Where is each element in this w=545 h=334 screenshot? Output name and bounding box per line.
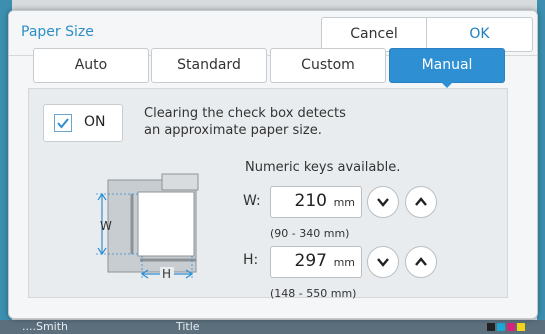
on-label: ON [84, 114, 106, 130]
background-title-text: Title [176, 320, 200, 333]
paper-tray-diagram: W H [96, 173, 199, 280]
chevron-down-icon [377, 258, 389, 267]
help-line-2: an approximate paper size. [144, 123, 322, 138]
chevron-up-icon [415, 197, 427, 206]
checkbox-square[interactable] [54, 114, 72, 132]
diagram-h-label: H [162, 267, 171, 280]
check-icon [57, 118, 69, 129]
chevron-down-icon [377, 198, 389, 207]
cancel-button[interactable]: Cancel [321, 17, 427, 52]
width-label: W: [243, 193, 261, 209]
height-range: (148 - 550 mm) [270, 287, 357, 300]
height-input[interactable]: 297 mm [270, 246, 362, 278]
tab-manual[interactable]: Manual [389, 48, 505, 83]
tab-standard[interactable]: Standard [151, 48, 267, 83]
tab-custom[interactable]: Custom [270, 48, 386, 83]
height-unit: mm [333, 256, 355, 269]
numeric-keys-note: Numeric keys available. [245, 160, 401, 175]
background-user-text: ....Smith [22, 320, 69, 333]
help-line-1: Clearing the check box detects [144, 106, 346, 121]
width-increase-button[interactable] [405, 186, 437, 218]
height-increase-button[interactable] [405, 246, 437, 278]
dialog-title: Paper Size [21, 24, 94, 40]
height-decrease-button[interactable] [367, 246, 399, 278]
tab-pointer [440, 81, 454, 88]
width-range: (90 - 340 mm) [270, 227, 350, 240]
width-unit: mm [333, 196, 355, 209]
ok-button[interactable]: OK [426, 17, 533, 52]
height-label: H: [243, 252, 259, 268]
background-status-bar: ....Smith Title [0, 320, 545, 334]
background-right-strip [537, 0, 545, 334]
diagram-w-label: W [100, 219, 112, 233]
chevron-up-icon [415, 257, 427, 266]
toner-indicator [487, 323, 525, 331]
tab-auto[interactable]: Auto [33, 48, 149, 83]
on-checkbox[interactable]: ON [43, 104, 123, 142]
width-value: 210 [294, 191, 327, 211]
width-input[interactable]: 210 mm [270, 186, 362, 218]
width-decrease-button[interactable] [367, 186, 399, 218]
help-text: Clearing the check box detects an approx… [144, 105, 384, 139]
height-value: 297 [294, 251, 327, 271]
